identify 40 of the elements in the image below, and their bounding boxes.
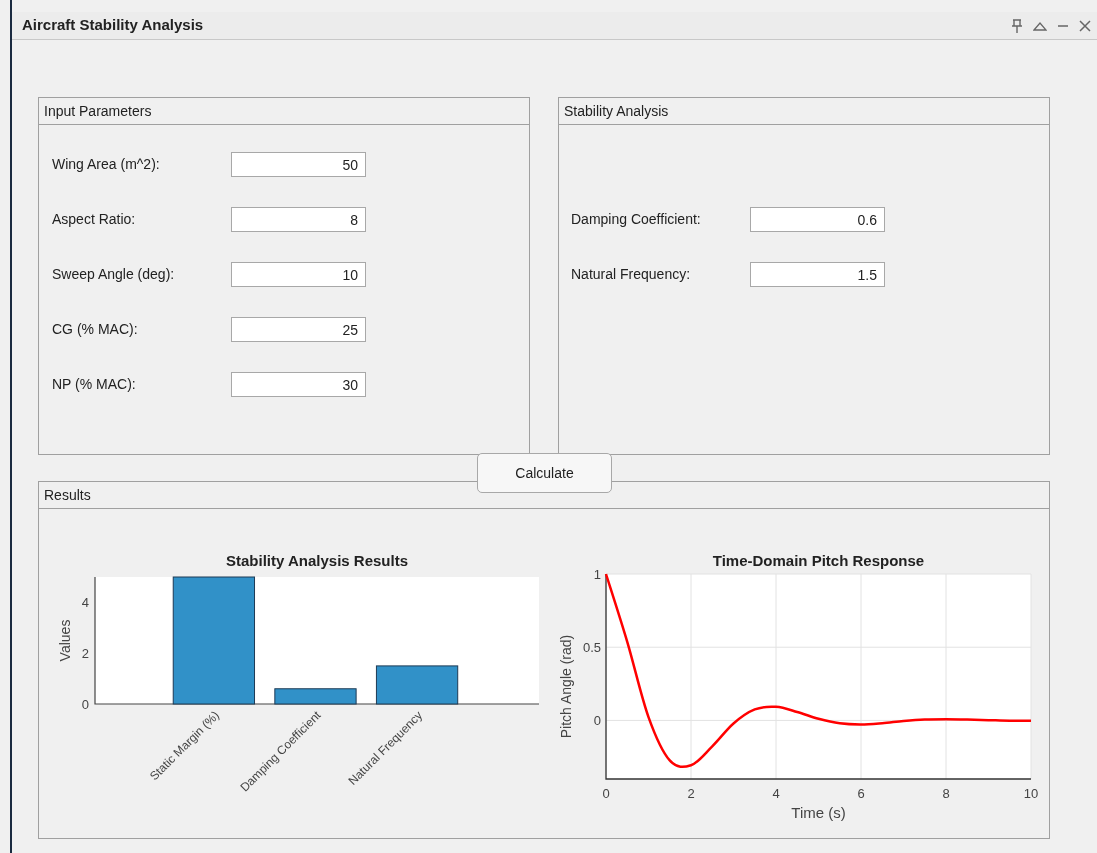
tick-label: 0 [593, 713, 601, 729]
field-label: NP (% MAC): [52, 375, 137, 394]
field-label: Damping Coefficient: [571, 210, 702, 229]
tick-label: 0 [602, 786, 610, 801]
axis-label: Time (s) [791, 804, 846, 821]
tick-label: 8 [942, 786, 950, 801]
input-field[interactable]: 30 [231, 372, 366, 397]
window-title: Aircraft Stability Analysis [22, 15, 204, 36]
pin-icon[interactable] [1011, 18, 1023, 33]
axis-label: Pitch Angle (rad) [558, 634, 574, 739]
input-field[interactable]: 50 [231, 152, 366, 177]
calculate-button[interactable]: Calculate [477, 453, 612, 493]
input-field[interactable]: 10 [231, 262, 366, 287]
axis-label: Values [57, 619, 73, 662]
input-field[interactable]: 1.5 [750, 262, 885, 287]
tick-label: 4 [81, 595, 89, 611]
collapse-icon[interactable] [1033, 20, 1047, 31]
tick-label: 0 [81, 697, 89, 712]
tick-label: 2 [687, 786, 695, 801]
input-field[interactable]: 8 [231, 207, 366, 232]
panel-title: Stability Analysis [559, 98, 1049, 125]
tick-label: 6 [857, 786, 865, 801]
minimize-icon[interactable] [1057, 23, 1069, 28]
tick-label: 10 [1023, 786, 1039, 801]
input-field[interactable]: 0.6 [750, 207, 885, 232]
tick-label: 2 [81, 646, 89, 662]
input-field[interactable]: 25 [231, 317, 366, 342]
field-label: Wing Area (m^2): [52, 155, 161, 174]
field-label: Sweep Angle (deg): [52, 265, 176, 284]
field-label: CG (% MAC): [52, 320, 139, 339]
chart-title: Stability Analysis Results [226, 552, 408, 569]
tick-label: 0.5 [582, 640, 601, 656]
field-label: Aspect Ratio: [52, 210, 137, 229]
panel-title: Results [39, 482, 1049, 509]
tick-label: 4 [772, 786, 780, 801]
chart-title: Time-Domain Pitch Response [712, 552, 925, 569]
tick-label: 1 [593, 567, 601, 582]
panel-title: Input Parameters [39, 98, 529, 125]
close-icon[interactable] [1079, 19, 1091, 32]
field-label: Natural Frequency: [571, 265, 692, 284]
